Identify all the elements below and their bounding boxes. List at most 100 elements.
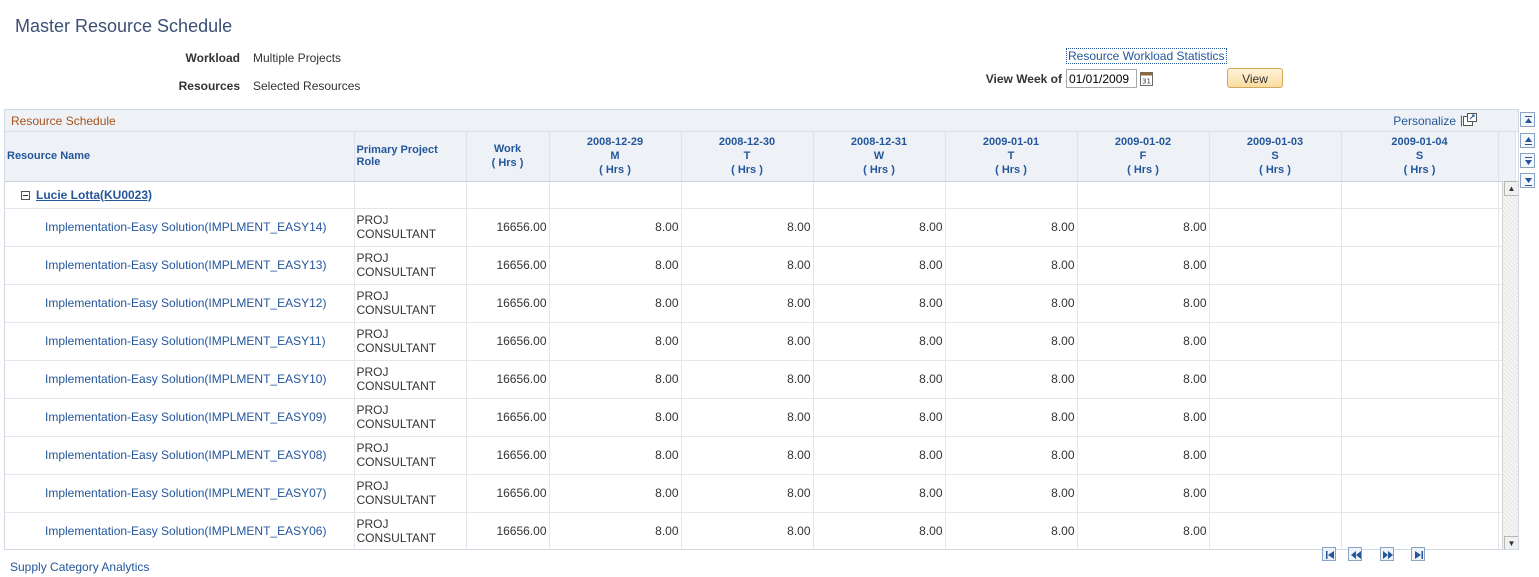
personalize-link[interactable]: Personalize [1393,114,1456,128]
work-cell: 16656.00 [466,284,550,323]
empty-cell [1209,181,1342,209]
role-line-1: PROJ [356,327,389,341]
role-line-2: CONSULTANT [356,493,437,507]
resources-value: Selected Resources [253,79,361,93]
project-link[interactable]: Implementation-Easy Solution(IMPLMENT_EA… [5,436,355,475]
day-5-cell: 8.00 [1077,360,1210,399]
day-4-cell: 8.00 [945,360,1078,399]
col-day-7[interactable]: 2009-01-04 S ( Hrs ) [1341,132,1499,182]
day-4-cell: 8.00 [945,436,1078,475]
day-4-cell: 8.00 [945,474,1078,513]
scroll-down-page-icon[interactable] [1520,153,1535,168]
popout-icon[interactable] [1463,113,1477,126]
col-day-4[interactable]: 2009-01-01 T ( Hrs ) [945,132,1078,182]
project-link[interactable]: Implementation-Easy Solution(IMPLMENT_EA… [5,246,355,285]
day-7-cell [1341,246,1499,285]
col-work-unit: ( Hrs ) [491,157,524,170]
role-line-1: PROJ [356,213,389,227]
vertical-scrollbar[interactable]: ▲ ▼ [1502,181,1518,549]
col-resource-name[interactable]: Resource Name [5,132,355,182]
project-link[interactable]: Implementation-Easy Solution(IMPLMENT_EA… [5,284,355,323]
table-row: Implementation-Easy Solution(IMPLMENT_EA… [5,246,1516,285]
day-1-cell: 8.00 [549,474,682,513]
col-primary-project-role[interactable]: Primary Project Role [354,132,467,182]
project-link[interactable]: Implementation-Easy Solution(IMPLMENT_EA… [5,474,355,513]
project-link[interactable]: Implementation-Easy Solution(IMPLMENT_EA… [5,208,355,247]
role-cell: PROJ CONSULTANT [354,208,467,247]
col-day-1[interactable]: 2008-12-29 M ( Hrs ) [549,132,682,182]
day-5-cell: 8.00 [1077,208,1210,247]
scroll-top-icon[interactable] [1520,112,1535,127]
role-line-1: PROJ [356,479,389,493]
col-day-4-date: 2009-01-01 [982,136,1040,149]
supply-category-analytics-link[interactable]: Supply Category Analytics [10,560,149,574]
last-page-icon[interactable] [1411,547,1425,561]
project-link[interactable]: Implementation-Easy Solution(IMPLMENT_EA… [5,322,355,361]
day-5-cell: 8.00 [1077,246,1210,285]
group-resource-link[interactable]: Lucie Lotta(KU0023) [36,188,152,202]
col-day-5-weekday: F [1139,150,1147,163]
first-page-icon[interactable] [1322,547,1336,561]
resource-workload-statistics-link[interactable]: Resource Workload Statistics [1066,48,1227,64]
table-row: Implementation-Easy Solution(IMPLMENT_EA… [5,436,1516,475]
scroll-bottom-icon[interactable] [1520,173,1535,188]
work-cell: 16656.00 [466,322,550,361]
col-day-7-date: 2009-01-04 [1391,136,1448,149]
day-5-cell: 8.00 [1077,284,1210,323]
view-week-date-input[interactable] [1066,69,1137,88]
day-1-cell: 8.00 [549,246,682,285]
project-link[interactable]: Implementation-Easy Solution(IMPLMENT_EA… [5,512,355,549]
col-day-6[interactable]: 2009-01-03 S ( Hrs ) [1209,132,1342,182]
day-6-cell [1209,246,1342,285]
work-cell: 16656.00 [466,474,550,513]
day-3-cell: 8.00 [813,360,946,399]
project-link[interactable]: Implementation-Easy Solution(IMPLMENT_EA… [5,398,355,437]
empty-cell [813,181,946,209]
day-6-cell [1209,284,1342,323]
col-day-2[interactable]: 2008-12-30 T ( Hrs ) [681,132,814,182]
next-page-icon[interactable] [1380,547,1394,561]
day-2-cell: 8.00 [681,398,814,437]
day-3-cell: 8.00 [813,284,946,323]
day-2-cell: 8.00 [681,284,814,323]
col-day-3[interactable]: 2008-12-31 W ( Hrs ) [813,132,946,182]
role-line-2: CONSULTANT [356,455,437,469]
day-3-cell: 8.00 [813,246,946,285]
day-6-cell [1209,360,1342,399]
work-cell: 16656.00 [466,246,550,285]
col-day-5[interactable]: 2009-01-02 F ( Hrs ) [1077,132,1210,182]
col-day-4-weekday: T [1007,150,1015,163]
col-day-7-unit: ( Hrs ) [1403,164,1436,177]
scroll-down-icon[interactable]: ▼ [1504,536,1518,549]
col-day-6-unit: ( Hrs ) [1259,164,1291,177]
day-3-cell: 8.00 [813,436,946,475]
day-7-cell [1341,512,1499,549]
day-2-cell: 8.00 [681,474,814,513]
day-7-cell [1341,322,1499,361]
workload-value: Multiple Projects [253,51,342,65]
view-button[interactable]: View [1227,68,1283,88]
scroll-up-page-icon[interactable] [1520,133,1535,148]
empty-cell [354,181,467,209]
project-link[interactable]: Implementation-Easy Solution(IMPLMENT_EA… [5,360,355,399]
scroll-up-icon[interactable]: ▲ [1504,181,1518,196]
col-work[interactable]: Work ( Hrs ) [466,132,550,182]
table-row: Implementation-Easy Solution(IMPLMENT_EA… [5,512,1516,549]
day-2-cell: 8.00 [681,436,814,475]
day-7-cell [1341,360,1499,399]
day-7-cell [1341,208,1499,247]
table-row: Implementation-Easy Solution(IMPLMENT_EA… [5,208,1516,247]
day-3-cell: 8.00 [813,474,946,513]
day-6-cell [1209,474,1342,513]
table-row: Implementation-Easy Solution(IMPLMENT_EA… [5,360,1516,399]
role-cell: PROJ CONSULTANT [354,512,467,549]
collapse-icon[interactable] [21,190,30,200]
prev-page-icon[interactable] [1348,547,1362,561]
day-5-cell: 8.00 [1077,512,1210,549]
day-2-cell: 8.00 [681,322,814,361]
calendar-icon[interactable]: 31 [1140,71,1153,86]
day-5-cell: 8.00 [1077,322,1210,361]
role-cell: PROJ CONSULTANT [354,474,467,513]
table-row: Implementation-Easy Solution(IMPLMENT_EA… [5,284,1516,323]
grid-titlebar: Resource Schedule Personalize | [5,110,1518,132]
